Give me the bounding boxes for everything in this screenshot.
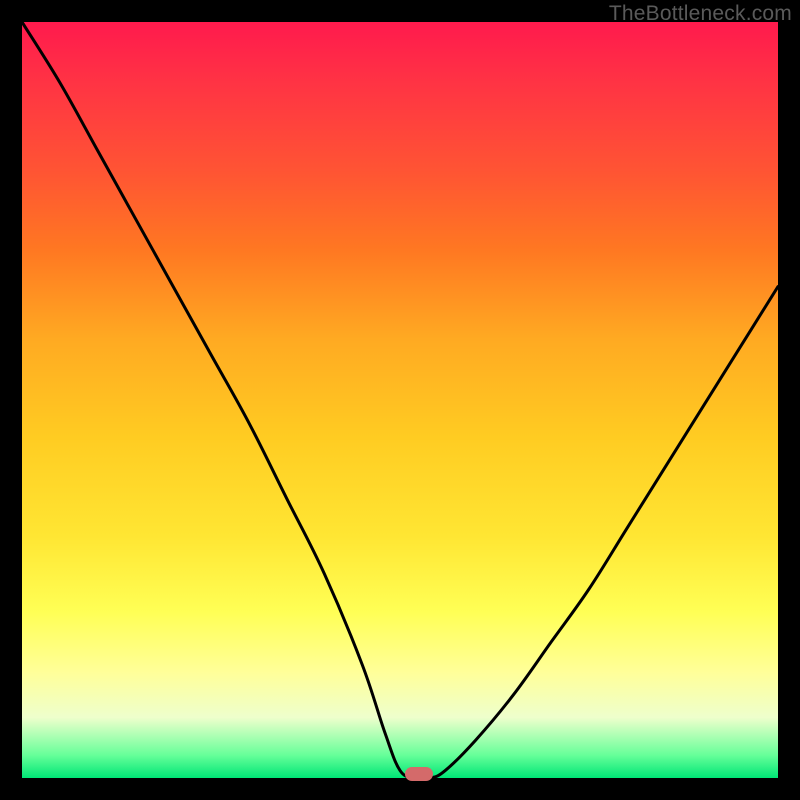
- bottleneck-curve: [22, 22, 778, 778]
- minimum-marker: [405, 767, 433, 781]
- chart-container: TheBottleneck.com: [0, 0, 800, 800]
- plot-area: [22, 22, 778, 778]
